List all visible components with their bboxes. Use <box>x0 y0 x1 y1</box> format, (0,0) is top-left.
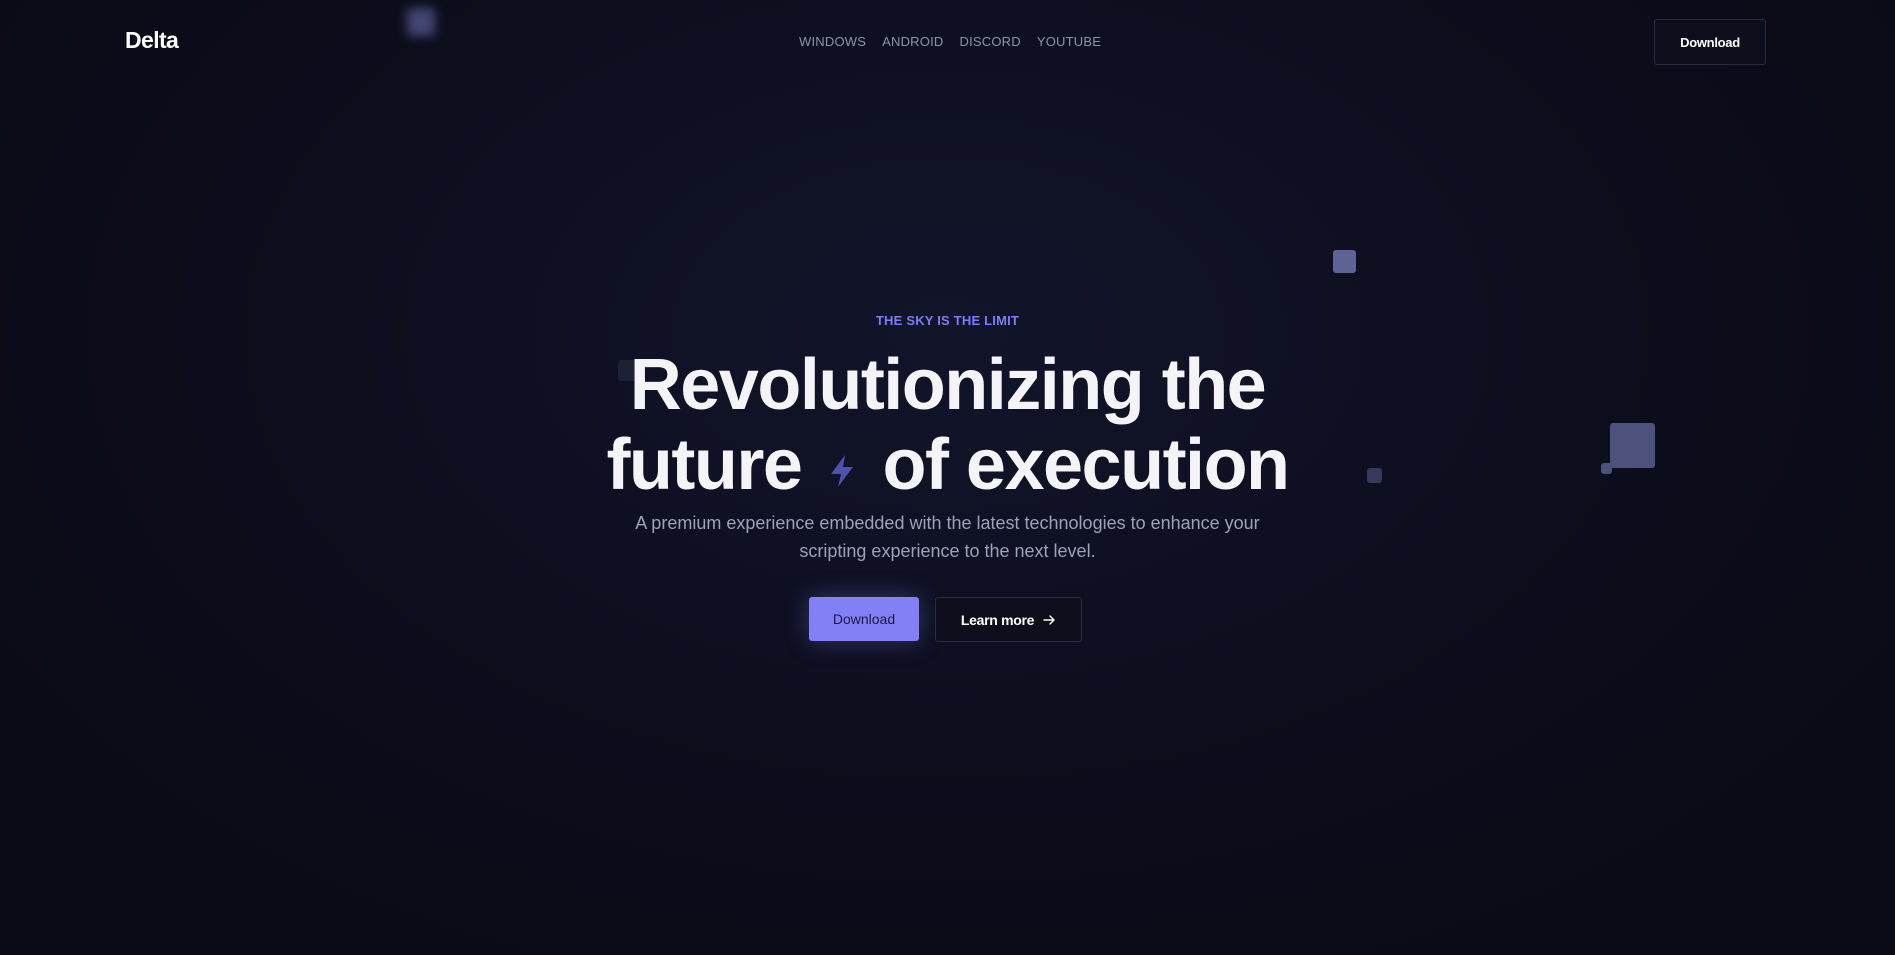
headline-line-1: Revolutionizing the <box>629 345 1267 425</box>
nav-link-windows[interactable]: WINDOWS <box>799 34 866 49</box>
hero-subtitle: A premium experience embedded with the l… <box>0 509 1895 565</box>
hero-headline: Revolutionizing the future of execution <box>0 345 1895 515</box>
headline-word-future: future <box>606 425 802 506</box>
main-nav: WINDOWS ANDROID DISCORD YOUTUBE <box>799 34 1101 49</box>
learn-more-button[interactable]: Learn more <box>935 597 1082 642</box>
header-download-button[interactable]: Download <box>1654 19 1766 65</box>
logo[interactable]: Delta <box>125 27 179 54</box>
cta-row: Download Learn more <box>809 597 1082 642</box>
download-button[interactable]: Download <box>809 597 919 641</box>
nav-link-discord[interactable]: DISCORD <box>959 34 1020 49</box>
nav-link-youtube[interactable]: YOUTUBE <box>1037 34 1101 49</box>
hero-eyebrow: THE SKY IS THE LIMIT <box>875 313 1020 328</box>
nav-link-android[interactable]: ANDROID <box>882 34 943 49</box>
headline-words-of-execution: of execution <box>882 425 1290 506</box>
arrow-right-icon <box>1042 613 1056 627</box>
landing-page: Delta WINDOWS ANDROID DISCORD YOUTUBE Do… <box>0 0 1895 955</box>
subtitle-line-1: A premium experience embedded with the l… <box>635 513 1260 533</box>
decorative-square <box>1333 250 1356 273</box>
lightning-bolt-icon <box>826 425 858 505</box>
headline-line-2: future of execution <box>0 425 1895 515</box>
site-header: Delta WINDOWS ANDROID DISCORD YOUTUBE Do… <box>0 0 1895 84</box>
learn-more-label: Learn more <box>960 611 1035 628</box>
subtitle-line-2: scripting experience to the next level. <box>799 541 1096 561</box>
